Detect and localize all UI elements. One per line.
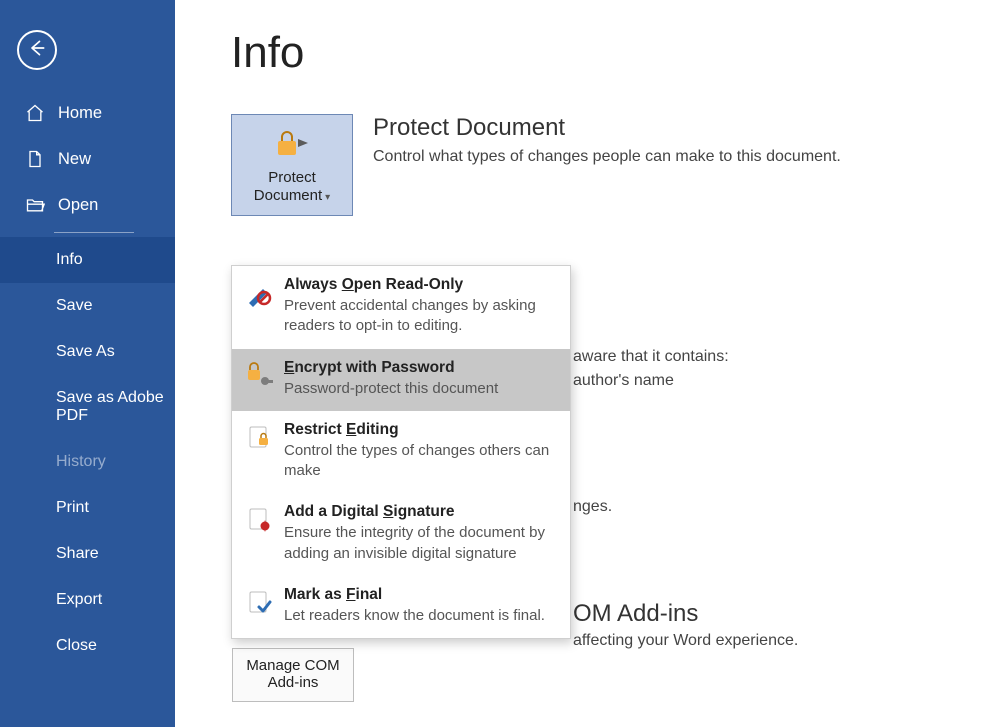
sidebar-item-label: New	[58, 150, 91, 169]
protect-section: Protect Document▾ Protect Document Contr…	[231, 114, 1000, 216]
restrict-editing-icon	[244, 423, 274, 453]
sidebar-item-label: Print	[56, 499, 89, 517]
protect-heading: Protect Document	[373, 114, 841, 142]
menu-item-title: Always Open Read-Only	[284, 276, 558, 294]
sidebar-nav: Home New Open Info Save Save As	[0, 90, 175, 669]
menu-item-text: Encrypt with Password Password-protect t…	[284, 359, 498, 399]
digital-signature-icon	[244, 505, 274, 535]
sidebar-item-home[interactable]: Home	[0, 90, 175, 136]
back-arrow-icon	[27, 38, 47, 63]
sidebar-item-close[interactable]: Close	[0, 623, 175, 669]
sidebar-item-new[interactable]: New	[0, 136, 175, 182]
mark-final-icon	[244, 588, 274, 618]
menu-item-title: Add a Digital Signature	[284, 503, 558, 521]
sidebar-item-label: Save as Adobe PDF	[56, 389, 175, 425]
manage-com-addins-button[interactable]: Manage COM Add-ins	[232, 648, 354, 702]
protect-section-text: Protect Document Control what types of c…	[373, 114, 841, 166]
menu-item-desc: Ensure the integrity of the document by …	[284, 523, 558, 564]
menu-item-title: Restrict Editing	[284, 421, 558, 439]
read-only-icon	[244, 278, 274, 308]
back-button[interactable]	[17, 30, 57, 70]
menu-item-text: Restrict Editing Control the types of ch…	[284, 421, 558, 482]
sidebar-item-label: Home	[58, 104, 102, 123]
sidebar-item-save-adobe-pdf[interactable]: Save as Adobe PDF	[0, 375, 175, 439]
sidebar-item-label: Save As	[56, 343, 115, 361]
menu-item-mark-as-final[interactable]: Mark as Final Let readers know the docum…	[232, 576, 570, 638]
lock-shield-icon	[274, 129, 310, 163]
menu-item-add-digital-signature[interactable]: Add a Digital Signature Ensure the integ…	[232, 493, 570, 576]
sidebar-item-label: Save	[56, 297, 92, 315]
protect-desc: Control what types of changes people can…	[373, 148, 841, 166]
sidebar-item-label: Close	[56, 637, 97, 655]
sidebar-item-save-as[interactable]: Save As	[0, 329, 175, 375]
sidebar-divider	[54, 232, 134, 233]
protect-button-label: Protect Document▾	[254, 169, 330, 205]
protect-document-button[interactable]: Protect Document▾	[231, 114, 353, 216]
encrypt-key-icon	[244, 361, 274, 391]
menu-item-desc: Prevent accidental changes by asking rea…	[284, 296, 558, 337]
menu-item-restrict-editing[interactable]: Restrict Editing Control the types of ch…	[232, 411, 570, 494]
manage-btn-line2: Add-ins	[237, 674, 349, 691]
sidebar-item-label: History	[56, 453, 106, 471]
menu-item-always-open-read-only[interactable]: Always Open Read-Only Prevent accidental…	[232, 266, 570, 349]
sidebar-item-label: Info	[56, 251, 83, 269]
backstage-sidebar: Home New Open Info Save Save As	[0, 0, 175, 727]
home-icon	[24, 102, 46, 124]
sidebar-item-print[interactable]: Print	[0, 485, 175, 531]
page-title: Info	[231, 28, 1000, 78]
menu-item-desc: Password-protect this document	[284, 379, 498, 399]
sidebar-item-history: History	[0, 439, 175, 485]
protect-document-menu: Always Open Read-Only Prevent accidental…	[231, 265, 571, 639]
sidebar-item-share[interactable]: Share	[0, 531, 175, 577]
new-document-icon	[24, 148, 46, 170]
sidebar-item-open[interactable]: Open	[0, 182, 175, 228]
sidebar-item-save[interactable]: Save	[0, 283, 175, 329]
sidebar-item-label: Open	[58, 196, 98, 215]
menu-item-desc: Let readers know the document is final.	[284, 606, 545, 626]
menu-item-encrypt-with-password[interactable]: Encrypt with Password Password-protect t…	[232, 349, 570, 411]
menu-item-desc: Control the types of changes others can …	[284, 441, 558, 482]
menu-item-text: Always Open Read-Only Prevent accidental…	[284, 276, 558, 337]
sidebar-item-info[interactable]: Info	[0, 237, 175, 283]
open-folder-icon	[24, 194, 46, 216]
menu-item-text: Mark as Final Let readers know the docum…	[284, 586, 545, 626]
sidebar-item-label: Share	[56, 545, 99, 563]
chevron-down-icon: ▾	[325, 192, 330, 203]
menu-item-title: Encrypt with Password	[284, 359, 498, 377]
sidebar-item-label: Export	[56, 591, 102, 609]
menu-item-title: Mark as Final	[284, 586, 545, 604]
sidebar-sub-nav: Info Save Save As Save as Adobe PDF Hist…	[0, 237, 175, 669]
menu-item-text: Add a Digital Signature Ensure the integ…	[284, 503, 558, 564]
manage-btn-line1: Manage COM	[237, 657, 349, 674]
sidebar-item-export[interactable]: Export	[0, 577, 175, 623]
